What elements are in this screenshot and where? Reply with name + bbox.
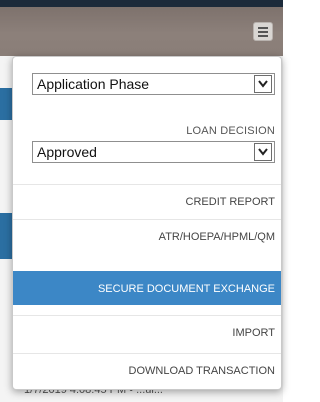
chevron-down-icon[interactable] xyxy=(254,143,272,161)
menu-item-atr-hoepa[interactable]: ATR/HOEPA/HPML/QM xyxy=(13,219,281,254)
loan-decision-value: Approved xyxy=(37,144,97,160)
phase-select[interactable]: Application Phase xyxy=(32,73,275,95)
menu-item-credit-report[interactable]: CREDIT REPORT xyxy=(13,184,281,219)
menu-item-label: IMPORT xyxy=(232,327,275,339)
header-stripe xyxy=(0,0,283,7)
chevron-down-icon[interactable] xyxy=(254,75,272,93)
phase-select-value: Application Phase xyxy=(37,76,150,92)
header-bar xyxy=(0,0,283,56)
menu-item-download-transaction[interactable]: DOWNLOAD TRANSACTION xyxy=(13,353,281,388)
menu-item-label: SECURE DOCUMENT EXCHANGE xyxy=(97,283,275,295)
loan-decision-label: LOAN DECISION xyxy=(186,125,275,137)
menu-item-label: CREDIT REPORT xyxy=(185,196,275,208)
hamburger-menu-button[interactable] xyxy=(253,22,273,41)
menu-item-label: DOWNLOAD TRANSACTION xyxy=(128,365,275,377)
hamburger-icon xyxy=(258,27,268,29)
actions-dropdown: Application Phase LOAN DECISION Approved… xyxy=(12,56,282,390)
menu-item-label: ATR/HOEPA/HPML/QM xyxy=(158,231,275,243)
menu-item-secure-document-exchange[interactable]: SECURE DOCUMENT EXCHANGE xyxy=(13,271,281,305)
loan-decision-select[interactable]: Approved xyxy=(32,141,275,163)
menu-item-import[interactable]: IMPORT xyxy=(13,315,281,350)
hamburger-icon xyxy=(258,31,268,33)
hamburger-icon xyxy=(258,35,268,37)
